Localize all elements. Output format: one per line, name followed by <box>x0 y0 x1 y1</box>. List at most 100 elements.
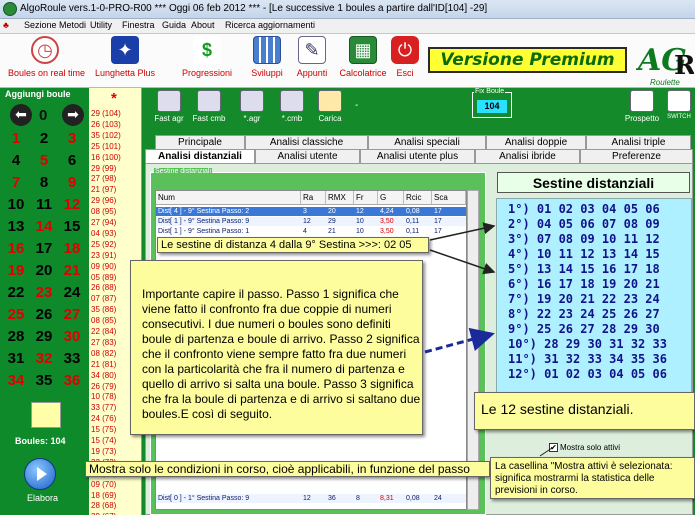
esci-button[interactable]: ⏻ Esci <box>390 36 420 78</box>
number-15[interactable]: 15 <box>59 218 85 235</box>
fast-cmb-button[interactable]: Fast cmb <box>192 90 226 123</box>
number-7[interactable]: 7 <box>3 174 29 191</box>
lunghetta-plus-button[interactable]: ✦ Lunghetta Plus <box>88 36 162 78</box>
column-header-sca[interactable]: Sca <box>432 191 466 205</box>
play-icon <box>37 467 47 481</box>
number-9[interactable]: 9 <box>59 174 85 191</box>
number-24[interactable]: 24 <box>59 284 85 301</box>
mostra-solo-attivi-checkbox[interactable]: ✔ <box>549 443 558 452</box>
tab-principale[interactable]: Principale <box>155 135 245 149</box>
table-row[interactable]: Dist[ 1 ] - 9° Sestina Passo: 9 12 29 10 3,5… <box>156 217 466 226</box>
number-26[interactable]: 26 <box>31 306 57 323</box>
sviluppi-button[interactable]: Sviluppi <box>246 36 288 78</box>
number-22[interactable]: 22 <box>3 284 29 301</box>
note-mostra-condizioni: Mostra solo le condizioni in corso, cioè… <box>85 461 490 477</box>
html-icon <box>630 90 654 112</box>
menu-ricerca-aggiornamenti[interactable]: Ricerca aggiornamenti <box>225 20 315 30</box>
number-12[interactable]: 12 <box>59 196 85 213</box>
number-27[interactable]: 27 <box>59 306 85 323</box>
tab-analisi-speciali[interactable]: Analisi speciali <box>368 135 486 149</box>
menu-utility[interactable]: Utility <box>90 20 112 30</box>
toolbar-dash: - <box>355 100 359 111</box>
number-3[interactable]: 3 <box>59 130 85 147</box>
tab-analisi-triple[interactable]: Analisi triple <box>586 135 691 149</box>
column-header-num[interactable]: Num <box>156 191 301 205</box>
number-19[interactable]: 19 <box>3 262 29 279</box>
table-cell: Dist[ 0 ] - 1° Sestina Passo: 9 <box>158 495 250 502</box>
tab-analisi-utente[interactable]: Analisi utente <box>255 149 360 163</box>
tab-analisi-doppie[interactable]: Analisi doppie <box>486 135 586 149</box>
tab-analisi-distanziali[interactable]: Analisi distanziali <box>145 149 255 163</box>
number-23[interactable]: 23 <box>31 284 57 301</box>
number-29[interactable]: 29 <box>31 328 57 345</box>
prev-arrow-button[interactable]: ⬅ <box>10 104 32 126</box>
table-cell: 8 <box>356 495 360 502</box>
tab-analisi-utente-plus[interactable]: Analisi utente plus <box>360 149 475 163</box>
number-31[interactable]: 31 <box>3 350 29 367</box>
number-32[interactable]: 32 <box>31 350 57 367</box>
number-14[interactable]: 14 <box>31 218 57 235</box>
number-2[interactable]: 2 <box>31 130 57 147</box>
analysis-toolbar: Fast agr Fast cmb *.agr *.cmb Carica - P… <box>142 88 695 134</box>
tab-analisi-classiche[interactable]: Analisi classiche <box>245 135 368 149</box>
number-17[interactable]: 17 <box>31 240 57 257</box>
number-30[interactable]: 30 <box>59 328 85 345</box>
table-row[interactable]: Dist[ 4 ] - 9° Sestina Passo: 2 3 20 12 4,24… <box>156 207 466 216</box>
number-6[interactable]: 6 <box>59 152 85 169</box>
table-cell: 24 <box>434 495 442 502</box>
cmb-file-button[interactable]: *.cmb <box>277 90 307 123</box>
number-zero[interactable]: 0 <box>39 107 47 124</box>
column-header-g[interactable]: G <box>378 191 404 205</box>
column-header-rcic[interactable]: Rcic <box>404 191 432 205</box>
number-1[interactable]: 1 <box>3 130 29 147</box>
number-21[interactable]: 21 <box>59 262 85 279</box>
calcolatrice-button[interactable]: ▦ Calcolatrice <box>337 36 389 78</box>
carica-button[interactable]: Carica <box>315 90 345 123</box>
switch-button[interactable]: SWITCH <box>664 90 694 120</box>
number-25[interactable]: 25 <box>3 306 29 323</box>
prospetto-button[interactable]: Prospetto <box>624 90 660 123</box>
number-5[interactable]: 5 <box>31 152 57 169</box>
number-36[interactable]: 36 <box>59 372 85 389</box>
fix-boule-field[interactable]: 104 <box>477 100 507 113</box>
number-8[interactable]: 8 <box>31 174 57 191</box>
number-18[interactable]: 18 <box>59 240 85 257</box>
fast-agr-button[interactable]: Fast agr <box>154 90 184 123</box>
table-row[interactable]: Dist[ 1 ] - 9° Sestina Passo: 1 4 21 10 3,50… <box>156 227 466 236</box>
number-4[interactable]: 4 <box>3 152 29 169</box>
sestina-row: 5°) 13 14 15 16 17 18 <box>508 262 660 276</box>
appunti-button[interactable]: ✎ Appunti <box>294 36 330 78</box>
table-row[interactable]: Dist[ 0 ] - 1° Sestina Passo: 9 12 36 8 8,31… <box>156 494 466 503</box>
alarm-clock-icon: ◷ <box>31 36 59 64</box>
number-28[interactable]: 28 <box>3 328 29 345</box>
menu-sezione-metodi[interactable]: Sezione Metodi <box>24 20 86 30</box>
number-33[interactable]: 33 <box>59 350 85 367</box>
column-header-ra[interactable]: Ra <box>301 191 326 205</box>
column-header-rmx[interactable]: RMX <box>326 191 354 205</box>
history-item: 27 (98) <box>91 174 117 184</box>
number-10[interactable]: 10 <box>3 196 29 213</box>
number-13[interactable]: 13 <box>3 218 29 235</box>
menu-app-icon[interactable]: ♣ <box>3 20 9 30</box>
progressioni-button[interactable]: $ Progressioni <box>178 36 236 78</box>
elabora-button[interactable] <box>24 458 56 490</box>
number-16[interactable]: 16 <box>3 240 29 257</box>
menu-guida[interactable]: Guida <box>162 20 186 30</box>
table-cell: 0,11 <box>406 228 420 235</box>
next-arrow-button[interactable]: ➡ <box>62 104 84 126</box>
tab-preferenze[interactable]: Preferenze <box>580 149 693 163</box>
menu-finestra[interactable]: Finestra <box>122 20 155 30</box>
table-cell: 29 <box>328 218 336 225</box>
number-20[interactable]: 20 <box>31 262 57 279</box>
menu-about[interactable]: About <box>191 20 215 30</box>
number-11[interactable]: 11 <box>31 196 57 213</box>
column-header-fr[interactable]: Fr <box>354 191 378 205</box>
sestina-row: 10°) 28 29 30 31 32 33 <box>508 337 667 351</box>
table-cell: 36 <box>328 495 336 502</box>
number-35[interactable]: 35 <box>31 372 57 389</box>
table-cell: 17 <box>434 228 442 235</box>
agr-file-button[interactable]: *.agr <box>237 90 267 123</box>
boules-real-time-button[interactable]: ◷ Boules on real time <box>8 36 85 78</box>
tab-analisi-ibride[interactable]: Analisi ibride <box>475 149 580 163</box>
number-34[interactable]: 34 <box>3 372 29 389</box>
